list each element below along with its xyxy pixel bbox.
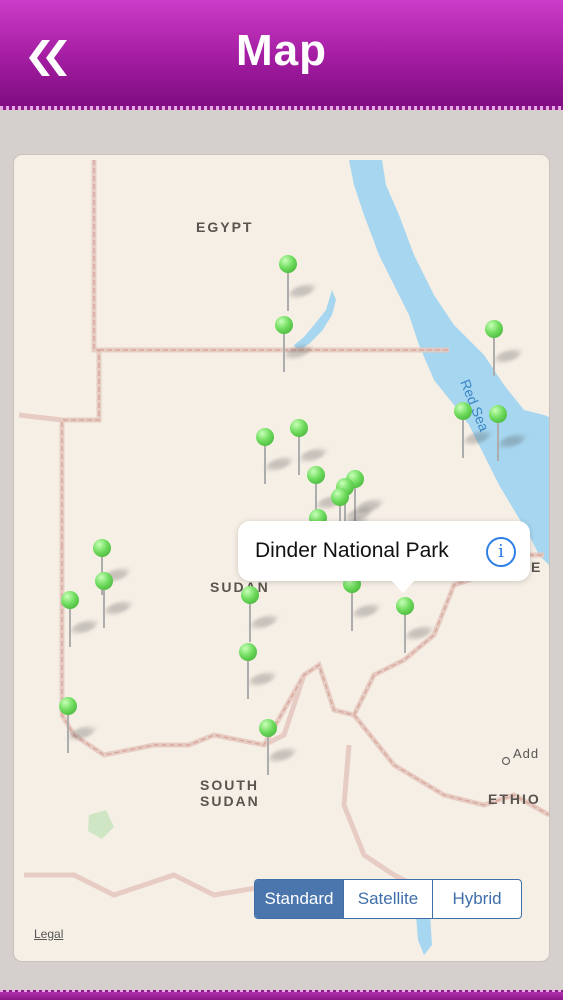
map-callout[interactable]: Dinder National Park i <box>238 521 530 593</box>
app-footer <box>0 992 563 1000</box>
legal-link[interactable]: Legal <box>34 927 63 941</box>
page-title: Map <box>236 26 327 75</box>
map-pin[interactable] <box>341 575 383 635</box>
map-pin[interactable] <box>487 405 529 465</box>
map-pin-selected[interactable] <box>394 597 436 657</box>
map-view[interactable]: EGYPT SUDAN SOUTH SUDAN ETHIO E Add Red … <box>14 155 549 961</box>
map-pin[interactable] <box>483 320 525 380</box>
map-pin[interactable] <box>237 643 279 703</box>
callout-arrow <box>390 579 416 593</box>
map-pin[interactable] <box>257 719 299 779</box>
south-sudan-label-2: SUDAN <box>200 793 260 809</box>
addis-label: Add <box>513 746 540 761</box>
map-pin[interactable] <box>277 255 319 315</box>
map-pin[interactable] <box>239 586 281 646</box>
callout-title: Dinder National Park <box>255 539 449 562</box>
header-edge <box>0 106 563 110</box>
info-icon[interactable]: i <box>486 537 516 567</box>
park-area <box>88 810 114 839</box>
map-pin[interactable] <box>273 316 315 376</box>
map-pin[interactable] <box>452 402 494 462</box>
map-type-satellite[interactable]: Satellite <box>343 880 432 918</box>
map-pin[interactable] <box>254 428 296 488</box>
map-type-control: Standard Satellite Hybrid <box>254 879 522 919</box>
map-pin[interactable] <box>59 591 101 651</box>
south-sudan-label-1: SOUTH <box>200 777 259 793</box>
map-pin[interactable] <box>57 697 99 757</box>
addis-dot <box>501 756 511 766</box>
map-type-hybrid[interactable]: Hybrid <box>432 880 521 918</box>
lake-nasser <box>294 290 336 351</box>
egypt-label: EGYPT <box>196 219 254 235</box>
ethiopia-label: ETHIO <box>488 791 541 807</box>
map-type-standard[interactable]: Standard <box>255 880 343 918</box>
eritrea-label: E <box>531 559 543 575</box>
app-header: Map <box>0 0 563 108</box>
